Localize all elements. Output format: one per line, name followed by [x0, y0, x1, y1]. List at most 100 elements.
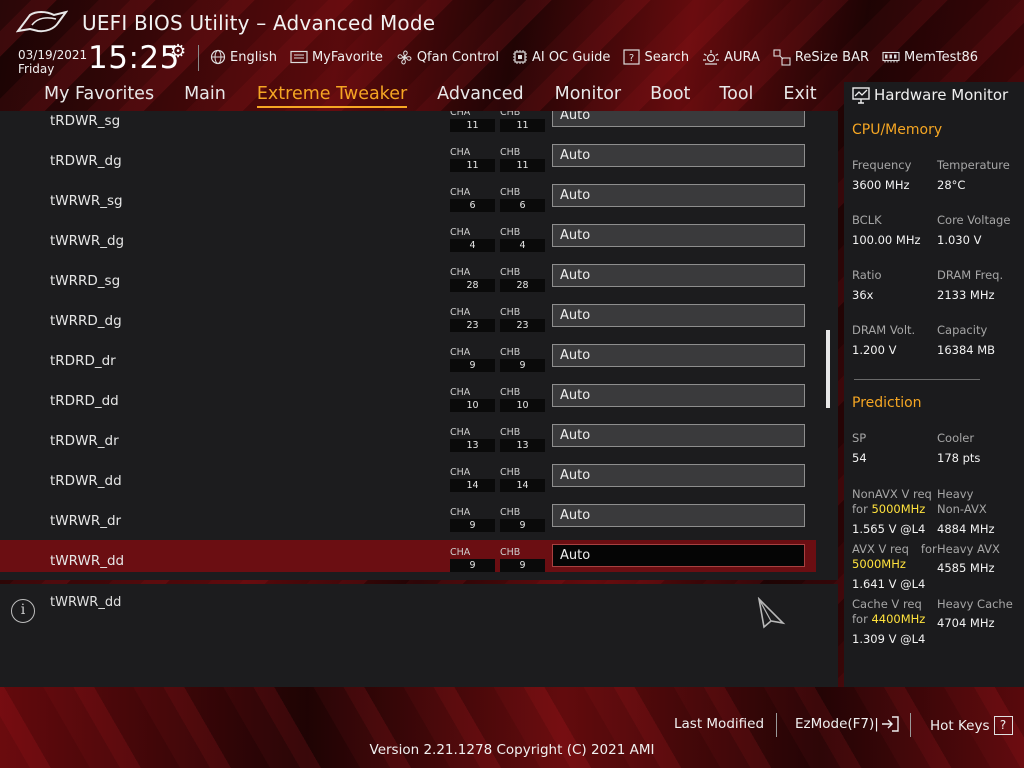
setting-row-trdrd-dd[interactable]: tRDRD_dd CHA 10 CHB 10 Auto: [0, 380, 838, 420]
setting-row-twrwr-dr[interactable]: tWRWR_dr CHA 9 CHB 9 Auto: [0, 500, 838, 540]
chb-value: 9: [500, 519, 545, 532]
cha-value: 28: [450, 279, 495, 292]
chb-label: CHB: [500, 227, 521, 238]
setting-value-dropdown[interactable]: Auto: [552, 144, 805, 167]
cha-readout: CHA 11: [450, 111, 495, 132]
temperature-value: 28°C: [937, 178, 966, 192]
setting-value-dropdown[interactable]: Auto: [552, 224, 805, 247]
chb-readout: CHB 11: [500, 111, 545, 132]
tab-my-favorites[interactable]: My Favorites: [44, 82, 154, 110]
toolbar-memtest86[interactable]: MemTest86: [882, 50, 978, 65]
hot-keys-button[interactable]: Hot Keys ?: [930, 716, 1013, 735]
setting-value-dropdown[interactable]: Auto: [552, 384, 805, 407]
chb-readout: CHB 10: [500, 386, 545, 412]
setting-value-dropdown[interactable]: Auto: [552, 304, 805, 327]
cha-value: 10: [450, 399, 495, 412]
tab-boot[interactable]: Boot: [650, 82, 690, 110]
avx-for-text: for: [920, 542, 937, 556]
tab-tool[interactable]: Tool: [719, 82, 753, 110]
nonavx-vreq-label: NonAVX V req for 5000MHz: [852, 487, 932, 517]
day-text: Friday: [18, 62, 55, 76]
globe-icon: [210, 49, 226, 65]
tab-extreme-tweaker[interactable]: Extreme Tweaker: [256, 82, 408, 108]
rog-logo-icon: [16, 10, 68, 33]
toolbar-search[interactable]: ? Search: [623, 49, 689, 65]
setting-value-dropdown[interactable]: Auto: [552, 264, 805, 287]
avx-vreq-value: 1.641 V @L4: [852, 577, 926, 591]
setting-value-dropdown[interactable]: Auto: [552, 464, 805, 487]
toolbar-qfan-control-label: Qfan Control: [416, 49, 499, 65]
nonavx-for-text: for: [852, 502, 868, 516]
setting-value-dropdown[interactable]: Auto: [552, 111, 805, 127]
setting-row-twrrd-dg[interactable]: tWRRD_dg CHA 23 CHB 23 Auto: [0, 300, 838, 340]
toolbar-myfavorite-label: MyFavorite: [311, 49, 383, 65]
setting-value-dropdown[interactable]: Auto: [552, 344, 805, 367]
cha-value: 11: [450, 119, 495, 132]
settings-list: tRDWR_sg CHA 11 CHB 11 Auto tRDWR_dg CHA 11…: [0, 111, 838, 580]
ezmode-button[interactable]: EzMode(F7)|: [795, 716, 899, 732]
hardware-monitor-title: Hardware Monitor: [852, 86, 1008, 104]
gear-icon[interactable]: ⚙: [170, 41, 186, 62]
setting-value-dropdown[interactable]: Auto: [552, 424, 805, 447]
cooler-value: 178 pts: [937, 451, 981, 465]
toolbar-aura-label: AURA: [724, 49, 760, 65]
setting-row-trdwr-sg[interactable]: tRDWR_sg CHA 11 CHB 11 Auto: [0, 111, 838, 140]
chb-readout: CHB 6: [500, 186, 545, 212]
tab-main[interactable]: Main: [184, 82, 226, 110]
toolbar-ai-oc-guide[interactable]: AI OC Guide: [512, 49, 610, 65]
setting-value-dropdown[interactable]: Auto: [552, 544, 805, 567]
setting-row-trdrd-dr[interactable]: tRDRD_dr CHA 9 CHB 9 Auto: [0, 340, 838, 380]
core-voltage-value: 1.030 V: [937, 233, 982, 247]
cache-vreq-for: for 4400MHz: [852, 612, 925, 627]
chb-value: 11: [500, 119, 545, 132]
setting-value-dropdown[interactable]: Auto: [552, 504, 805, 527]
toolbar-english[interactable]: English: [210, 49, 277, 65]
cha-label: CHA: [450, 547, 471, 558]
cha-value: 4: [450, 239, 495, 252]
scrollbar-thumb[interactable]: [826, 330, 830, 408]
cha-value: 6: [450, 199, 495, 212]
chb-readout: CHB 9: [500, 346, 545, 372]
setting-row-twrrd-sg[interactable]: tWRRD_sg CHA 28 CHB 28 Auto: [0, 260, 838, 300]
toolbar-myfavorite[interactable]: MyFavorite: [290, 50, 383, 65]
cha-readout: CHA 9: [450, 546, 495, 572]
setting-row-twrwr-dd[interactable]: tWRWR_dd CHA 9 CHB 9 Auto: [0, 540, 838, 580]
dram-freq-label: DRAM Freq.: [937, 268, 1004, 282]
setting-label: tWRWR_sg: [50, 193, 123, 209]
setting-row-trdwr-dg[interactable]: tRDWR_dg CHA 11 CHB 11 Auto: [0, 140, 838, 180]
nonavx-freq: 5000MHz: [871, 502, 926, 516]
fan-icon: [397, 50, 412, 64]
settings-panel: tRDWR_sg CHA 11 CHB 11 Auto tRDWR_dg CHA 11…: [0, 111, 838, 580]
chb-value: 11: [500, 159, 545, 172]
capacity-value: 16384 MB: [937, 343, 996, 357]
chb-readout: CHB 14: [500, 466, 545, 492]
toolbar-qfan-control[interactable]: Qfan Control: [396, 49, 499, 66]
setting-value-dropdown[interactable]: Auto: [552, 184, 805, 207]
cha-label: CHA: [450, 307, 471, 318]
hardware-monitor-title-text: Hardware Monitor: [874, 86, 1009, 104]
setting-row-trdwr-dd[interactable]: tRDWR_dd CHA 14 CHB 14 Auto: [0, 460, 838, 500]
toolbar-aura[interactable]: AURA: [702, 49, 760, 65]
setting-row-trdwr-dr[interactable]: tRDWR_dr CHA 13 CHB 13 Auto: [0, 420, 838, 460]
heavy-avx-value: 4585 MHz: [937, 561, 995, 575]
setting-row-twrwr-sg[interactable]: tWRWR_sg CHA 6 CHB 6 Auto: [0, 180, 838, 220]
toolbar-resize-bar[interactable]: ReSize BAR: [773, 48, 869, 66]
setting-row-twrwr-dg[interactable]: tWRWR_dg CHA 4 CHB 4 Auto: [0, 220, 838, 260]
chb-label: CHB: [500, 467, 521, 478]
tab-advanced[interactable]: Advanced: [437, 82, 523, 110]
svg-text:?: ?: [629, 53, 634, 64]
cha-value: 23: [450, 319, 495, 332]
cha-readout: CHA 13: [450, 426, 495, 452]
cha-label: CHA: [450, 267, 471, 278]
setting-label: tWRRD_dg: [50, 313, 122, 329]
cache-vreq-label: Cache V req for 4400MHz: [852, 597, 925, 627]
monitor-icon: [852, 86, 870, 104]
chb-value: 13: [500, 439, 545, 452]
last-modified-button[interactable]: Last Modified: [674, 716, 764, 732]
avx-vreq-line: AVX V req for: [852, 542, 937, 557]
cha-value: 9: [450, 359, 495, 372]
tab-monitor[interactable]: Monitor: [555, 82, 622, 110]
heavy-cache-label: Heavy Cache: [937, 597, 1013, 611]
chb-readout: CHB 9: [500, 506, 545, 532]
tab-exit[interactable]: Exit: [783, 82, 816, 110]
